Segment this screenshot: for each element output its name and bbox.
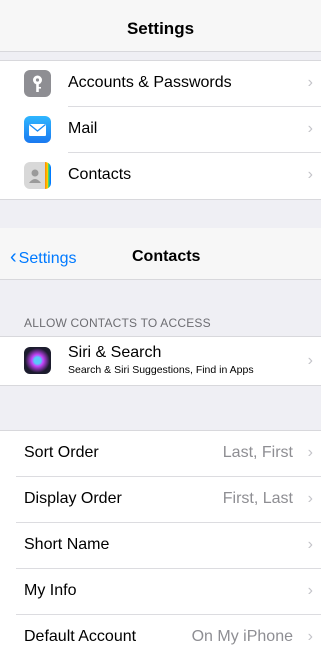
row-label: Sort Order — [24, 444, 99, 461]
mail-icon — [24, 116, 51, 143]
back-button[interactable]: ‹ Settings — [10, 228, 76, 280]
siri-subtitle: Search & Siri Suggestions, Find in Apps — [68, 364, 254, 376]
siri-icon — [24, 347, 51, 374]
settings-item-label: Accounts & Passwords — [68, 74, 232, 91]
chevron-right-icon: › — [307, 74, 313, 91]
chevron-left-icon: ‹ — [10, 246, 17, 268]
my-info-row[interactable]: My Info › — [0, 569, 321, 615]
key-icon — [24, 70, 51, 97]
chevron-right-icon: › — [307, 490, 313, 507]
row-label: Default Account — [24, 628, 137, 645]
settings-item-mail[interactable]: Mail › — [0, 107, 321, 153]
default-account-row[interactable]: Default Account On My iPhone › — [0, 615, 321, 656]
row-label: Short Name — [24, 536, 110, 553]
settings-item-label: Contacts — [68, 166, 132, 183]
page-title: Settings — [126, 19, 195, 38]
chevron-right-icon: › — [307, 536, 313, 553]
chevron-right-icon: › — [307, 628, 313, 645]
settings-item-label: Mail — [68, 120, 98, 137]
siri-search-row[interactable]: Siri & Search Search & Siri Suggestions,… — [0, 337, 321, 385]
contacts-preferences-list: Sort Order Last, First › Display Order F… — [0, 430, 321, 656]
row-label: My Info — [24, 582, 77, 599]
chevron-right-icon: › — [307, 352, 313, 369]
row-value: Last, First — [222, 444, 293, 461]
row-label: Display Order — [24, 490, 122, 507]
settings-item-accounts-passwords[interactable]: Accounts & Passwords › — [0, 61, 321, 107]
settings-list: Accounts & Passwords › Mail › Contacts › — [0, 60, 321, 200]
chevron-right-icon: › — [307, 444, 313, 461]
siri-title: Siri & Search — [68, 344, 162, 361]
contacts-icon — [24, 162, 51, 189]
page-title: Contacts — [132, 248, 201, 265]
section-header: ALLOW CONTACTS TO ACCESS — [24, 316, 211, 330]
settings-item-contacts[interactable]: Contacts › — [0, 153, 321, 199]
row-value: First, Last — [222, 490, 293, 507]
contacts-navbar: ‹ Settings Contacts — [0, 228, 321, 280]
row-value: On My iPhone — [191, 628, 293, 645]
back-button-label: Settings — [18, 250, 77, 267]
chevron-right-icon: › — [307, 582, 313, 599]
chevron-right-icon: › — [307, 166, 313, 183]
sort-order-row[interactable]: Sort Order Last, First › — [0, 431, 321, 477]
short-name-row[interactable]: Short Name › — [0, 523, 321, 569]
settings-navbar: Settings — [0, 0, 321, 52]
display-order-row[interactable]: Display Order First, Last › — [0, 477, 321, 523]
chevron-right-icon: › — [307, 120, 313, 137]
access-list: Siri & Search Search & Siri Suggestions,… — [0, 336, 321, 386]
